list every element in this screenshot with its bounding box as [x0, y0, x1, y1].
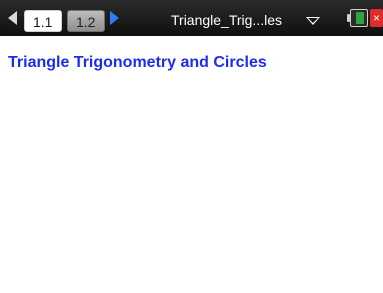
page-title: Triangle Trigonometry and Circles — [8, 54, 267, 71]
right-arrow-icon[interactable] — [110, 11, 119, 25]
tab-label: 1.2 — [76, 14, 96, 30]
chevron-down-icon-inner — [308, 18, 318, 23]
document-title[interactable]: Triangle_Trig...les — [171, 10, 282, 30]
close-icon[interactable]: × — [370, 9, 383, 27]
battery-icon — [347, 9, 368, 27]
page-content: Triangle Trigonometry and Circles — [0, 36, 383, 293]
left-arrow-icon[interactable] — [8, 11, 17, 25]
top-bar: 1.1 1.2 Triangle_Trig...les × — [0, 0, 383, 36]
tab-label: 1.1 — [33, 14, 53, 30]
tab-1-2[interactable]: 1.2 — [67, 10, 105, 32]
tab-1-1[interactable]: 1.1 — [24, 10, 62, 32]
battery-fill — [356, 12, 364, 24]
calculator-screen: 1.1 1.2 Triangle_Trig...les × Triangle T… — [0, 0, 383, 293]
